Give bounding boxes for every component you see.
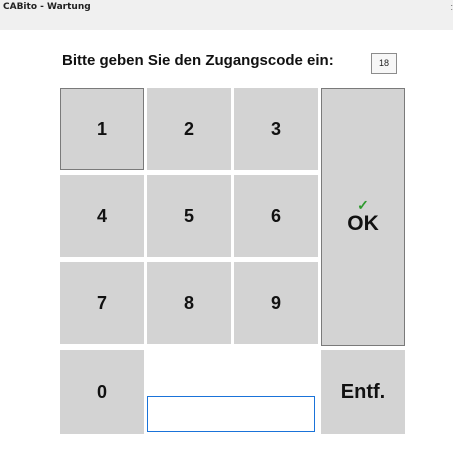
digit-count-field: 18: [371, 53, 397, 74]
ok-button[interactable]: ✓ OK: [321, 88, 405, 346]
access-code-prompt: Bitte geben Sie den Zugangscode ein:: [62, 52, 334, 69]
key-9[interactable]: 9: [234, 262, 318, 344]
key-4[interactable]: 4: [60, 175, 144, 257]
access-code-input[interactable]: [147, 396, 315, 432]
delete-button[interactable]: Entf.: [321, 350, 405, 434]
key-5[interactable]: 5: [147, 175, 231, 257]
window-title: CABito - Wartung: [3, 2, 91, 12]
key-1[interactable]: 1: [60, 88, 144, 170]
title-bar: CABito - Wartung :: [0, 0, 453, 30]
key-7[interactable]: 7: [60, 262, 144, 344]
key-8[interactable]: 8: [147, 262, 231, 344]
check-icon: ✓: [357, 197, 369, 213]
key-6[interactable]: 6: [234, 175, 318, 257]
key-2[interactable]: 2: [147, 88, 231, 170]
ok-button-label: OK: [347, 212, 379, 235]
key-0[interactable]: 0: [60, 350, 144, 434]
key-3[interactable]: 3: [234, 88, 318, 170]
